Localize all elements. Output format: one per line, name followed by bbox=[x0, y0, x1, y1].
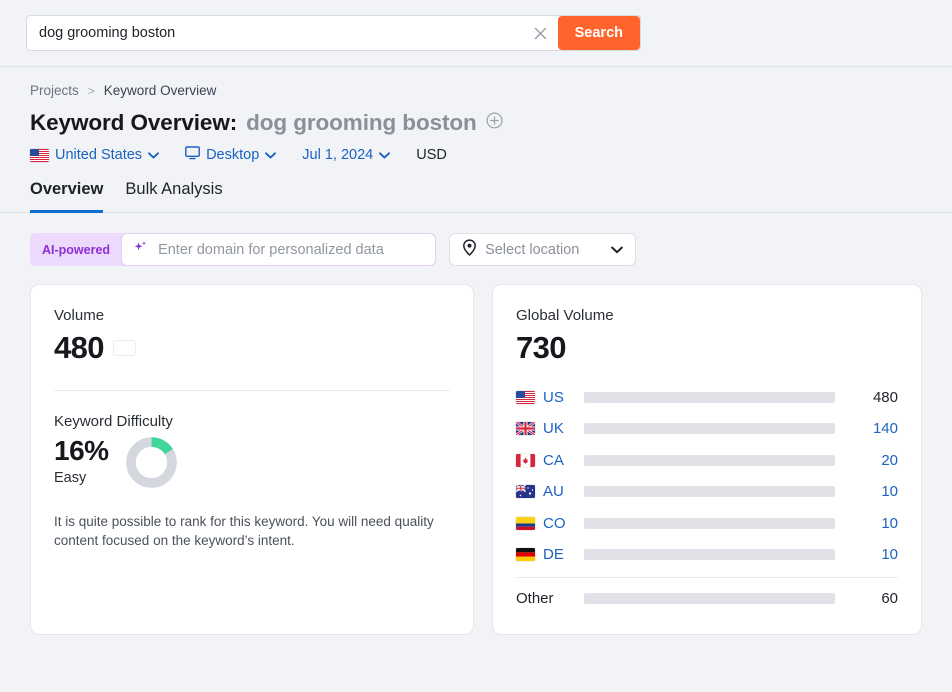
table-row[interactable]: DE 10 bbox=[516, 539, 898, 571]
breadcrumb: Projects > Keyword Overview bbox=[30, 83, 922, 98]
location-pin-icon bbox=[462, 238, 477, 261]
desktop-icon bbox=[185, 146, 200, 164]
us-flag-icon bbox=[516, 390, 535, 404]
au-flag-icon bbox=[516, 485, 535, 499]
location-placeholder-label: Select location bbox=[485, 241, 580, 258]
volume-bar-track bbox=[584, 423, 835, 435]
chevron-down-icon bbox=[265, 147, 277, 163]
card-divider bbox=[54, 389, 450, 391]
us-flag-icon bbox=[114, 341, 135, 355]
volume-card: Volume 480 Keyword Difficulty 16% Easy I… bbox=[30, 284, 474, 636]
country-code[interactable]: CO bbox=[543, 515, 566, 532]
location-selector[interactable]: Select location bbox=[449, 233, 637, 266]
volume-value-cell[interactable]: 20 bbox=[835, 452, 898, 469]
keyword-difficulty-label: Keyword Difficulty bbox=[54, 412, 173, 430]
page-title-keyword: dog grooming boston bbox=[246, 110, 477, 135]
table-row[interactable]: US 480 bbox=[516, 382, 898, 414]
device-selector[interactable]: Desktop bbox=[185, 146, 277, 164]
tab-bar: Overview Bulk Analysis bbox=[0, 180, 952, 213]
country-code[interactable]: CA bbox=[543, 452, 564, 469]
volume-bar-track bbox=[584, 391, 835, 403]
other-label: Other bbox=[516, 589, 554, 607]
date-label: Jul 1, 2024 bbox=[302, 147, 374, 163]
chevron-down-icon bbox=[379, 147, 391, 163]
sparkle-icon bbox=[133, 240, 148, 260]
co-flag-icon bbox=[516, 516, 535, 530]
report-settings: United States Desktop Jul 1, 2024 USD bbox=[30, 146, 922, 164]
volume-value-cell[interactable]: 140 bbox=[835, 420, 898, 437]
keyword-difficulty-row: 16% Easy bbox=[54, 434, 450, 494]
table-row[interactable]: CA 20 bbox=[516, 445, 898, 477]
currency-label: USD bbox=[416, 147, 447, 163]
ai-domain-group: AI-powered bbox=[30, 233, 437, 266]
list-divider bbox=[516, 576, 898, 578]
global-volume-total: 730 bbox=[516, 330, 567, 365]
volume-bar-track bbox=[584, 486, 835, 498]
volume-value-cell[interactable]: 10 bbox=[835, 546, 898, 563]
volume-value-cell: 60 bbox=[881, 589, 898, 607]
volume-value-cell[interactable]: 10 bbox=[835, 483, 898, 500]
domain-input[interactable] bbox=[156, 240, 425, 259]
uk-flag-icon bbox=[516, 422, 535, 436]
country-selector[interactable]: United States bbox=[30, 147, 160, 163]
chevron-down-icon bbox=[611, 241, 624, 259]
domain-field-wrapper bbox=[121, 233, 437, 266]
keyword-difficulty-percent: 16% bbox=[54, 434, 109, 466]
country-cell: CO bbox=[516, 515, 584, 532]
country-label: United States bbox=[55, 147, 143, 163]
chevron-down-icon bbox=[148, 147, 160, 163]
search-input[interactable] bbox=[27, 16, 524, 50]
ai-powered-badge: AI-powered bbox=[42, 242, 111, 257]
breadcrumb-separator-icon: > bbox=[87, 83, 95, 98]
breadcrumb-projects[interactable]: Projects bbox=[30, 83, 79, 98]
country-code[interactable]: AU bbox=[543, 483, 564, 500]
volume-value-cell[interactable]: 10 bbox=[835, 515, 898, 532]
volume-bar-track bbox=[584, 454, 835, 466]
metrics-row: Volume 480 Keyword Difficulty 16% Easy I… bbox=[0, 266, 952, 636]
tab-overview[interactable]: Overview bbox=[30, 180, 104, 213]
table-row[interactable]: AU 10 bbox=[516, 476, 898, 508]
volume-bar-track bbox=[584, 592, 835, 604]
volume-value-cell: 480 bbox=[872, 388, 898, 406]
search-field-wrapper: Search bbox=[26, 15, 641, 51]
country-code[interactable]: US bbox=[543, 389, 564, 406]
global-volume-card: Global Volume 730 US 480 UK 140 CA 20 AU… bbox=[492, 284, 922, 636]
table-row[interactable]: UK 140 bbox=[516, 413, 898, 445]
keyword-difficulty-description: It is quite possible to rank for this ke… bbox=[54, 513, 434, 549]
volume-bar-track bbox=[584, 549, 835, 561]
table-row[interactable]: CO 10 bbox=[516, 508, 898, 540]
volume-value-row: 480 bbox=[54, 330, 450, 366]
country-cell: UK bbox=[516, 420, 584, 437]
device-label: Desktop bbox=[206, 147, 260, 163]
volume-bar-track bbox=[584, 517, 835, 529]
breadcrumb-current: Keyword Overview bbox=[103, 83, 217, 98]
page-title: Keyword Overview: dog grooming boston bbox=[30, 110, 922, 136]
keyword-difficulty-donut bbox=[125, 436, 178, 494]
us-flag-icon bbox=[30, 148, 49, 162]
tab-bulk-analysis[interactable]: Bulk Analysis bbox=[125, 180, 222, 213]
keyword-difficulty-rating: Easy bbox=[54, 470, 87, 487]
country-cell: Other bbox=[516, 590, 584, 607]
search-button[interactable]: Search bbox=[557, 16, 640, 50]
country-cell: DE bbox=[516, 546, 584, 563]
country-code[interactable]: UK bbox=[543, 420, 564, 437]
global-volume-label: Global Volume bbox=[516, 307, 614, 324]
volume-label: Volume bbox=[54, 307, 105, 324]
de-flag-icon bbox=[516, 548, 535, 562]
country-code[interactable]: DE bbox=[543, 546, 564, 563]
plus-circle-icon[interactable] bbox=[486, 112, 503, 134]
country-cell: AU bbox=[516, 483, 584, 500]
search-bar: Search bbox=[0, 0, 952, 67]
personalization-bar: AI-powered Select location bbox=[0, 213, 952, 266]
country-cell: US bbox=[516, 389, 584, 406]
global-volume-list: US 480 UK 140 CA 20 AU 10 CO 10 DE 10 Ot… bbox=[516, 382, 898, 615]
table-row: Other 60 bbox=[516, 583, 898, 615]
country-cell: CA bbox=[516, 452, 584, 469]
date-selector[interactable]: Jul 1, 2024 bbox=[302, 147, 391, 163]
volume-value: 480 bbox=[54, 330, 105, 365]
page-header: Projects > Keyword Overview Keyword Over… bbox=[0, 67, 952, 164]
clear-icon[interactable] bbox=[524, 16, 558, 50]
page-title-prefix: Keyword Overview: bbox=[30, 110, 238, 135]
ca-flag-icon bbox=[516, 453, 535, 467]
